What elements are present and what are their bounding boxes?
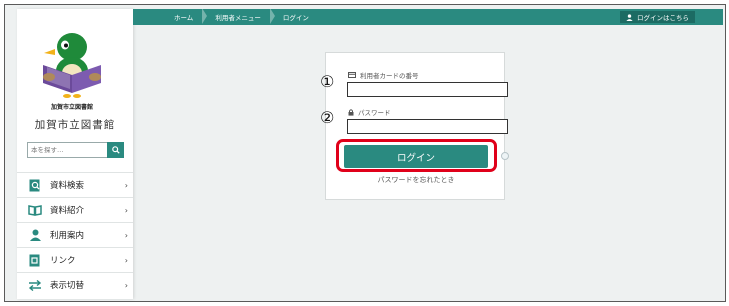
chevron-right-icon: › [124, 180, 128, 190]
sidebar-item-search[interactable]: 資料検索 › [17, 172, 133, 197]
step-marker-1: ① [320, 72, 335, 91]
help-dot-icon [501, 152, 509, 160]
user-icon [626, 13, 633, 21]
login-link-label: ログインはこちら [637, 14, 689, 22]
open-book-icon [28, 203, 42, 217]
chevron-right-icon: › [124, 205, 128, 215]
browser-frame: 加賀市立図書館 加賀市立図書館 資料検索 › [4, 4, 726, 302]
card-number-input[interactable] [347, 82, 508, 97]
library-name: 加賀市立図書館 [34, 119, 116, 131]
top-navigation-bar: ホーム 利用者メニュー ログイン ログインはこちら [133, 8, 723, 25]
lock-icon [348, 108, 354, 116]
sidebar-item-introduction[interactable]: 資料紹介 › [17, 197, 133, 222]
card-icon [348, 72, 356, 78]
sidebar-item-label: 資料検索 [50, 181, 85, 191]
chevron-right-icon: › [124, 280, 128, 290]
step-marker-2: ② [320, 108, 335, 127]
sidebar-item-label: 表示切替 [50, 281, 85, 291]
link-doc-icon [28, 253, 42, 267]
sidebar-search [27, 142, 124, 158]
sidebar-item-label: 利用案内 [50, 231, 85, 241]
login-panel: ① 利用者カードの番号 ② パスワード ログイン パスワードを忘れたとき [320, 52, 509, 200]
logo-caption: 加賀市立図書館 [50, 103, 93, 111]
sidebar-item-guide[interactable]: 利用案内 › [17, 222, 133, 247]
search-icon [111, 146, 120, 154]
password-input[interactable] [347, 119, 508, 134]
library-logo[interactable]: 加賀市立図書館 [39, 25, 105, 115]
swap-arrows-icon [28, 278, 42, 292]
sidebar-item-label: リンク [50, 256, 76, 266]
search-input[interactable] [27, 142, 107, 158]
chevron-right-icon: › [124, 230, 128, 240]
login-button[interactable]: ログイン [344, 145, 488, 168]
search-doc-icon [28, 178, 42, 192]
sidebar: 加賀市立図書館 加賀市立図書館 資料検索 › [17, 9, 133, 299]
forgot-password-link[interactable]: パスワードを忘れたとき [326, 175, 506, 185]
search-button[interactable] [107, 142, 124, 158]
breadcrumb-login: ログイン [282, 14, 309, 22]
card-number-label: 利用者カードの番号 [348, 70, 419, 80]
breadcrumb-home[interactable]: ホーム [163, 8, 208, 24]
breadcrumb: ホーム 利用者メニュー ログイン [163, 8, 320, 25]
sidebar-item-display-toggle[interactable]: 表示切替 › [17, 272, 133, 297]
sidebar-item-links[interactable]: リンク › [17, 247, 133, 272]
breadcrumb-user-menu[interactable]: 利用者メニュー [204, 8, 275, 24]
person-icon [28, 228, 42, 242]
sidebar-menu: 資料検索 › 資料紹介 › 利用案内 › リンク › 表示切替 › [17, 172, 133, 297]
chevron-right-icon: › [124, 255, 128, 265]
login-link-button[interactable]: ログインはこちら [620, 11, 695, 23]
sidebar-item-label: 資料紹介 [50, 206, 85, 216]
password-label: パスワード [348, 107, 391, 117]
